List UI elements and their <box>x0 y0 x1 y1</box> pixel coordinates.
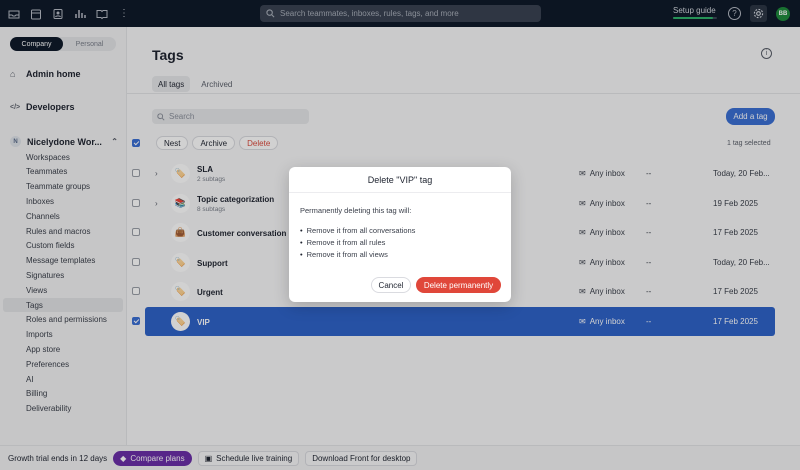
delete-permanently-button[interactable]: Delete permanently <box>416 277 501 293</box>
dialog-bullet: Remove it from all rules <box>300 236 415 248</box>
delete-tag-dialog: Delete "VIP" tag Permanently deleting th… <box>289 167 511 302</box>
cancel-button[interactable]: Cancel <box>371 277 411 293</box>
dialog-bullet: Remove it from all conversations <box>300 224 416 236</box>
dialog-bullet: Remove it from all views <box>300 248 415 260</box>
dialog-intro: Permanently deleting this tag will: <box>300 206 412 215</box>
dialog-title: Delete "VIP" tag <box>289 167 511 193</box>
dialog-bullets: Remove it from all conversations Remove … <box>300 224 416 260</box>
